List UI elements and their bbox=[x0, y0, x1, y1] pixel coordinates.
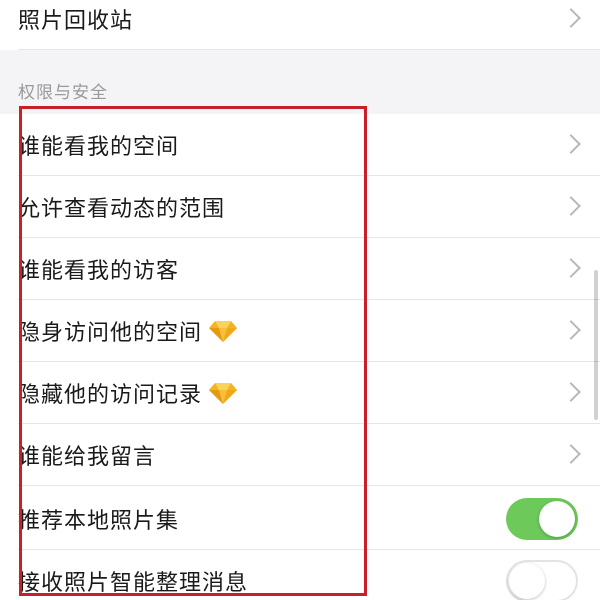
chevron-right-icon bbox=[561, 258, 581, 278]
chevron-right-icon bbox=[561, 8, 581, 28]
row-label: 接收照片智能整理消息 bbox=[18, 571, 249, 596]
row-label: 允许查看动态的范围 bbox=[18, 197, 226, 222]
chevron-right-icon bbox=[561, 444, 581, 464]
row-label: 隐身访问他的空间 bbox=[18, 321, 203, 346]
row-label: 照片回收站 bbox=[18, 9, 134, 34]
section-title: 权限与安全 bbox=[18, 83, 108, 103]
toggle-knob bbox=[539, 501, 575, 537]
chevron-right-icon bbox=[561, 382, 581, 402]
section-header: 权限与安全 bbox=[0, 50, 600, 114]
yellow-diamond-icon bbox=[209, 383, 238, 404]
yellow-diamond-icon bbox=[209, 321, 238, 342]
chevron-right-icon bbox=[561, 196, 581, 216]
row-label: 谁能看我的访客 bbox=[18, 259, 180, 284]
privacy-settings-screen: 照片回收站 权限与安全 谁能看我的空间 允许查看动态的范围 谁能看我的访客 隐身… bbox=[0, 0, 600, 600]
settings-row-receive-photo-messages: 接收照片智能整理消息 bbox=[0, 550, 600, 600]
settings-row-allow-view-range[interactable]: 允许查看动态的范围 bbox=[0, 176, 600, 238]
recommend-local-photos-toggle[interactable] bbox=[506, 498, 578, 540]
row-label: 推荐本地照片集 bbox=[18, 509, 180, 534]
row-label: 隐藏他的访问记录 bbox=[18, 383, 203, 408]
receive-photo-messages-toggle[interactable] bbox=[506, 560, 578, 600]
settings-row-who-can-leave-message[interactable]: 谁能给我留言 bbox=[0, 424, 600, 486]
settings-row-hide-visit-record[interactable]: 隐藏他的访问记录 bbox=[0, 362, 600, 424]
row-label-group: 隐藏他的访问记录 bbox=[18, 377, 238, 409]
row-label-group: 隐身访问他的空间 bbox=[18, 315, 238, 347]
settings-row-recommend-local-photos: 推荐本地照片集 bbox=[0, 488, 600, 550]
toggle-knob bbox=[509, 563, 545, 599]
row-label: 谁能看我的空间 bbox=[18, 135, 180, 160]
settings-row-who-can-view-space[interactable]: 谁能看我的空间 bbox=[0, 114, 600, 176]
settings-row-photo-recycle[interactable]: 照片回收站 bbox=[0, 0, 600, 50]
chevron-right-icon bbox=[561, 320, 581, 340]
settings-row-who-can-view-visitors[interactable]: 谁能看我的访客 bbox=[0, 238, 600, 300]
settings-row-invisible-visit[interactable]: 隐身访问他的空间 bbox=[0, 300, 600, 362]
chevron-right-icon bbox=[561, 134, 581, 154]
scrollbar[interactable] bbox=[594, 270, 598, 420]
row-label: 谁能给我留言 bbox=[18, 445, 157, 470]
